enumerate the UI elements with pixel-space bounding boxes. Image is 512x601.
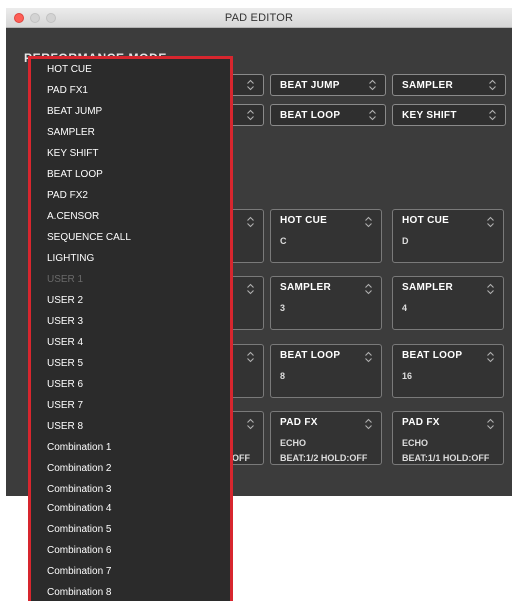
up-down-chevron-icon	[487, 283, 494, 295]
pad-mode: HOT CUE	[402, 215, 450, 226]
up-down-chevron-icon	[365, 216, 372, 228]
pad-value: ECHO	[280, 438, 307, 448]
pad-mode: BEAT LOOP	[402, 350, 463, 361]
pad-mode: BEAT LOOP	[280, 350, 341, 361]
pad-value: 4	[402, 303, 408, 313]
up-down-chevron-icon	[247, 109, 254, 121]
window-title: PAD EDITOR	[224, 12, 294, 24]
mode-select-beat-loop[interactable]: BEAT LOOP	[270, 104, 386, 126]
up-down-chevron-icon	[365, 351, 372, 363]
title-bar[interactable]: PAD EDITOR	[6, 8, 512, 28]
select-value: BEAT JUMP	[280, 80, 340, 91]
menu-item-combination-8[interactable]: Combination 8	[47, 587, 111, 598]
menu-item-combination-2[interactable]: Combination 2	[47, 463, 111, 474]
select-value: BEAT LOOP	[280, 110, 341, 121]
pad-value: 8	[280, 371, 286, 381]
menu-item-hot-cue[interactable]: HOT CUE	[47, 64, 92, 75]
menu-item-user-6[interactable]: USER 6	[47, 379, 83, 390]
menu-item-user-8[interactable]: USER 8	[47, 421, 83, 432]
pad-mode: PAD FX	[402, 417, 440, 428]
menu-item-combination-4[interactable]: Combination 4	[47, 503, 111, 514]
mode-select-key-shift[interactable]: KEY SHIFT	[392, 104, 506, 126]
menu-item-combination-7[interactable]: Combination 7	[47, 566, 111, 577]
menu-item-combination-5[interactable]: Combination 5	[47, 524, 111, 535]
pad-beat-loop-8[interactable]: BEAT LOOP 8	[270, 344, 382, 398]
up-down-chevron-icon	[247, 283, 254, 295]
menu-item-user-4[interactable]: USER 4	[47, 337, 83, 348]
up-down-chevron-icon	[487, 216, 494, 228]
menu-item-pad-fx2[interactable]: PAD FX2	[47, 190, 88, 201]
pad-param-clipped: OFF	[232, 453, 250, 463]
menu-item-lighting[interactable]: LIGHTING	[47, 253, 94, 264]
menu-item-pad-fx1[interactable]: PAD FX1	[47, 85, 88, 96]
menu-item-combination-6[interactable]: Combination 6	[47, 545, 111, 556]
menu-item-beat-jump[interactable]: BEAT JUMP	[47, 106, 102, 117]
up-down-chevron-icon	[487, 418, 494, 430]
pad-fx-echo-2[interactable]: PAD FX ECHO BEAT:1/1 HOLD:OFF	[392, 411, 504, 465]
select-value: SAMPLER	[402, 80, 453, 91]
pad-mode: SAMPLER	[280, 282, 331, 293]
pad-hot-cue-c[interactable]: HOT CUE C	[270, 209, 382, 263]
pad-value: ECHO	[402, 438, 429, 448]
menu-item-key-shift[interactable]: KEY SHIFT	[47, 148, 99, 159]
pad-sampler-3[interactable]: SAMPLER 3	[270, 276, 382, 330]
menu-item-user-3[interactable]: USER 3	[47, 316, 83, 327]
up-down-chevron-icon	[369, 109, 376, 121]
pad-value: C	[280, 236, 287, 246]
up-down-chevron-icon	[489, 109, 496, 121]
pad-param: BEAT:1/2 HOLD:OFF	[280, 453, 368, 463]
pad-mode: HOT CUE	[280, 215, 328, 226]
menu-item-user-5[interactable]: USER 5	[47, 358, 83, 369]
pad-param: BEAT:1/1 HOLD:OFF	[402, 453, 490, 463]
up-down-chevron-icon	[487, 351, 494, 363]
up-down-chevron-icon	[365, 283, 372, 295]
menu-item-user-2[interactable]: USER 2	[47, 295, 83, 306]
up-down-chevron-icon	[247, 79, 254, 91]
pad-value: 3	[280, 303, 286, 313]
up-down-chevron-icon	[365, 418, 372, 430]
pad-fx-echo-1[interactable]: PAD FX ECHO BEAT:1/2 HOLD:OFF	[270, 411, 382, 465]
up-down-chevron-icon	[247, 418, 254, 430]
menu-item-combination-3[interactable]: Combination 3	[47, 484, 111, 495]
pad-mode: PAD FX	[280, 417, 318, 428]
pad-hot-cue-d[interactable]: HOT CUE D	[392, 209, 504, 263]
mode-select-beat-jump[interactable]: BEAT JUMP	[270, 74, 386, 96]
pad-value: D	[402, 236, 409, 246]
up-down-chevron-icon	[247, 216, 254, 228]
menu-item-beat-loop[interactable]: BEAT LOOP	[47, 169, 103, 180]
pad-beat-loop-16[interactable]: BEAT LOOP 16	[392, 344, 504, 398]
menu-item-sampler[interactable]: SAMPLER	[47, 127, 95, 138]
pad-mode-dropdown-menu: HOT CUE PAD FX1 BEAT JUMP SAMPLER KEY SHIFT B…	[28, 56, 233, 601]
menu-item-user-7[interactable]: USER 7	[47, 400, 83, 411]
up-down-chevron-icon	[489, 79, 496, 91]
mode-select-sampler[interactable]: SAMPLER	[392, 74, 506, 96]
pad-mode: SAMPLER	[402, 282, 453, 293]
menu-item-sequence-call[interactable]: SEQUENCE CALL	[47, 232, 131, 243]
pad-sampler-4[interactable]: SAMPLER 4	[392, 276, 504, 330]
menu-item-combination-1[interactable]: Combination 1	[47, 442, 111, 453]
pad-value: 16	[402, 371, 413, 381]
up-down-chevron-icon	[247, 351, 254, 363]
up-down-chevron-icon	[369, 79, 376, 91]
select-value: KEY SHIFT	[402, 110, 457, 121]
menu-item-a-censor[interactable]: A.CENSOR	[47, 211, 99, 222]
menu-item-user-1: USER 1	[47, 274, 84, 285]
